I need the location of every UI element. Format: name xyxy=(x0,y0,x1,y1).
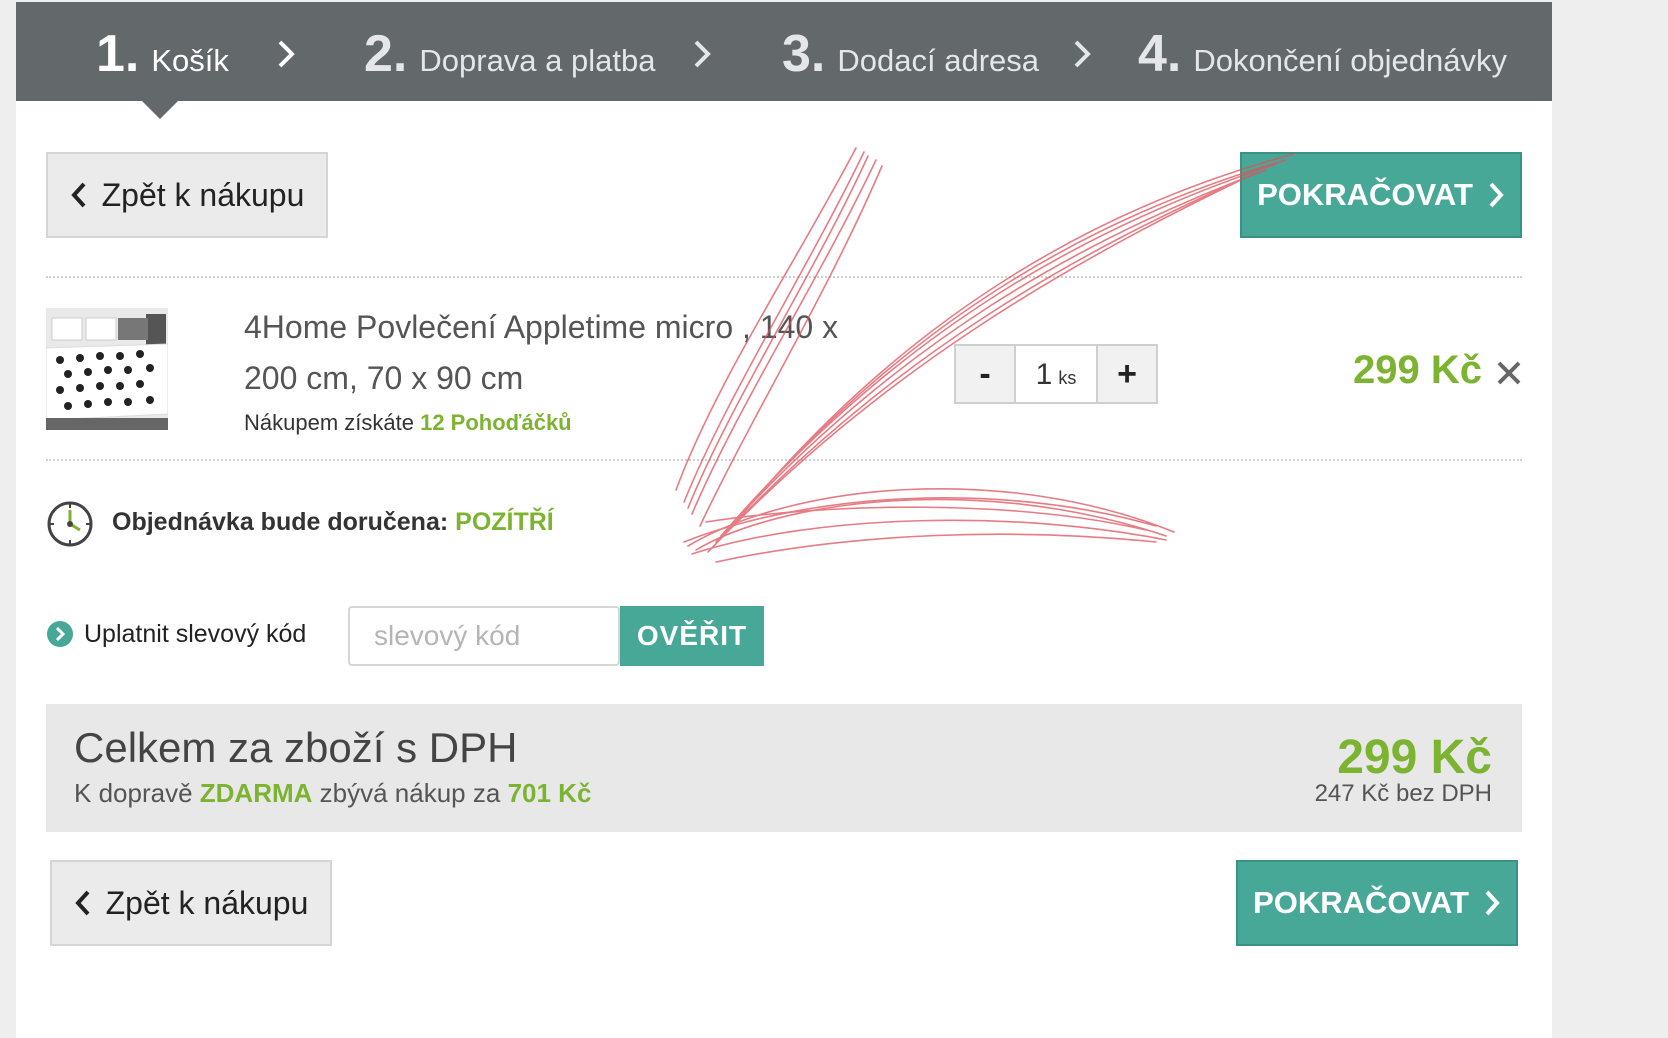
step-number: 3. xyxy=(782,25,826,83)
quantity-field[interactable]: 1 ks xyxy=(1014,346,1098,402)
shipping-prefix: K dopravě xyxy=(74,778,193,808)
step-cart[interactable]: 1. Košík xyxy=(96,26,229,82)
chevron-circle-icon[interactable] xyxy=(46,620,74,648)
chevron-right-icon xyxy=(278,40,295,68)
increase-quantity-button[interactable]: + xyxy=(1098,346,1156,402)
chevron-right-icon xyxy=(1074,40,1091,68)
coupon-toggle-label[interactable]: Uplatnit slevový kód xyxy=(84,620,306,649)
button-label: POKRAČOVAT xyxy=(1253,885,1469,920)
product-image[interactable] xyxy=(46,308,168,430)
continue-button-bottom[interactable]: POKRAČOVAT xyxy=(1236,860,1518,946)
back-to-shop-button-bottom[interactable]: Zpět k nákupu xyxy=(50,860,332,946)
decrease-quantity-button[interactable]: - xyxy=(956,346,1014,402)
step-number: 4. xyxy=(1138,25,1182,83)
divider xyxy=(46,276,1522,278)
clock-icon xyxy=(47,501,93,547)
chevron-left-icon xyxy=(70,182,86,208)
chevron-right-icon xyxy=(694,40,711,68)
step-shipping-payment[interactable]: 2. Doprava a platba xyxy=(364,26,655,82)
step-order-completion[interactable]: 4. Dokončení objednávky xyxy=(1138,26,1507,82)
verify-coupon-button[interactable]: OVĚŘIT xyxy=(620,606,764,666)
quantity-value: 1 xyxy=(1035,358,1053,391)
bonus-prefix: Nákupem získáte xyxy=(244,410,414,435)
active-step-pointer xyxy=(142,101,178,119)
delivery-label: Objednávka bude doručena: xyxy=(112,508,449,536)
chevron-left-icon xyxy=(74,890,90,916)
step-label: Dokončení objednávky xyxy=(1193,43,1508,78)
delivery-value: POZÍTŘÍ xyxy=(455,508,554,536)
shipping-free: ZDARMA xyxy=(199,778,313,808)
free-shipping-note: K dopravě ZDARMA zbývá nákup za 701 Kč xyxy=(74,778,591,809)
bonus-value: 12 Pohoďáčků xyxy=(420,410,572,435)
step-number: 1. xyxy=(96,25,140,83)
close-icon[interactable] xyxy=(1494,358,1524,388)
button-label: POKRAČOVAT xyxy=(1257,177,1473,212)
total-price: 299 Kč xyxy=(1337,731,1492,784)
step-label: Doprava a platba xyxy=(419,43,656,78)
chevron-right-icon xyxy=(1489,182,1504,208)
summary-title: Celkem za zboží s DPH xyxy=(74,724,518,771)
shipping-middle: zbývá nákup za xyxy=(319,778,501,808)
shipping-remaining: 701 Kč xyxy=(507,778,592,808)
button-label: Zpět k nákupu xyxy=(101,176,305,213)
step-label: Košík xyxy=(151,43,229,78)
item-price: 299 Kč xyxy=(1353,348,1482,392)
continue-button[interactable]: POKRAČOVAT xyxy=(1240,152,1522,238)
coupon-code-input[interactable] xyxy=(348,606,620,666)
back-to-shop-button[interactable]: Zpět k nákupu xyxy=(46,152,328,238)
quantity-stepper: - 1 ks + xyxy=(954,344,1158,404)
step-label: Dodací adresa xyxy=(837,43,1039,78)
quantity-unit: ks xyxy=(1058,368,1077,388)
divider xyxy=(46,459,1522,461)
button-label: Zpět k nákupu xyxy=(105,884,309,921)
step-number: 2. xyxy=(364,25,408,83)
checkout-steps: 1. Košík 2. Doprava a platba 3. Dodací a… xyxy=(16,2,1552,101)
product-name-link[interactable]: 4Home Povlečení Appletime micro , 140 x … xyxy=(244,302,884,404)
cart-page: 1. Košík 2. Doprava a platba 3. Dodací a… xyxy=(16,2,1552,1038)
loyalty-bonus: Nákupem získáte 12 Pohoďáčků xyxy=(244,410,572,436)
chevron-right-icon xyxy=(1485,890,1500,916)
step-delivery-address[interactable]: 3. Dodací adresa xyxy=(782,26,1039,82)
total-without-vat: 247 Kč bez DPH xyxy=(1314,780,1492,807)
delivery-estimate: Objednávka bude doručena: POZÍTŘÍ xyxy=(112,508,554,537)
cart-summary: Celkem za zboží s DPH K dopravě ZDARMA z… xyxy=(46,704,1522,832)
